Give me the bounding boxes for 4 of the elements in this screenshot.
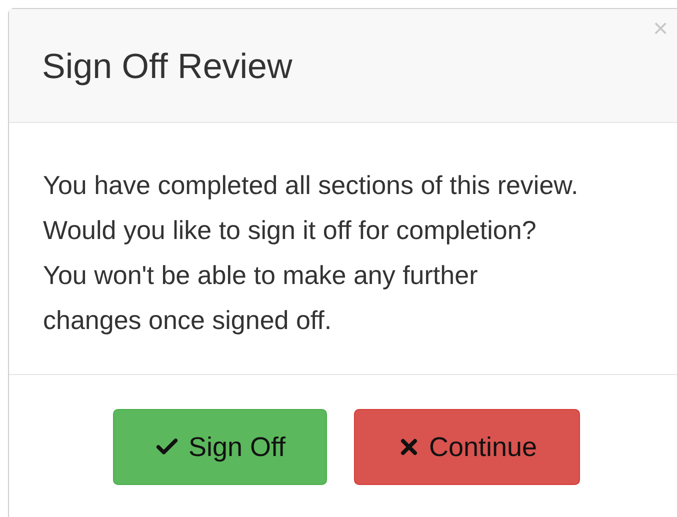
dialog-message: You have completed all sections of this review. Would you like to sign it off for completion? You won't be able to make any further changes once signed off. xyxy=(43,169,580,337)
sign-off-button[interactable]: Sign Off xyxy=(113,409,327,485)
dialog-title: Sign Off Review xyxy=(42,46,292,88)
continue-button[interactable]: Continue xyxy=(354,409,580,485)
